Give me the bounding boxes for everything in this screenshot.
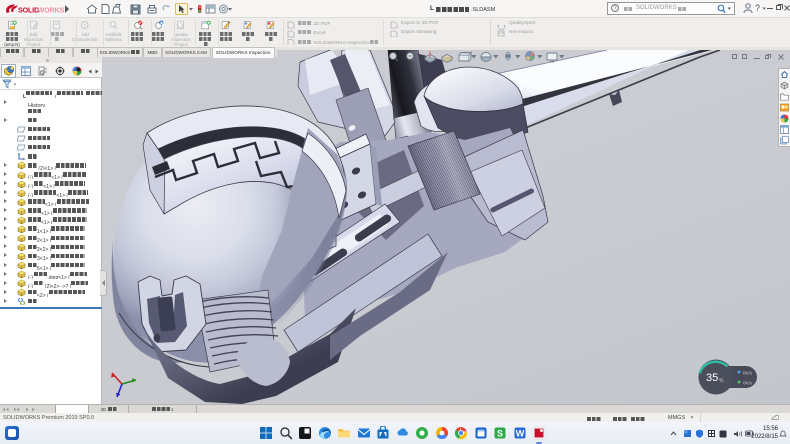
- svg-text:0K/s: 0K/s: [743, 371, 753, 376]
- svg-text:%: %: [719, 378, 724, 384]
- svg-text:SOLID: SOLID: [18, 6, 39, 15]
- svg-text:0K/s: 0K/s: [743, 381, 753, 386]
- svg-text:W: W: [515, 429, 524, 439]
- svg-text:35: 35: [706, 372, 718, 384]
- svg-text:S: S: [497, 429, 503, 439]
- svg-text:WORKS: WORKS: [38, 6, 65, 15]
